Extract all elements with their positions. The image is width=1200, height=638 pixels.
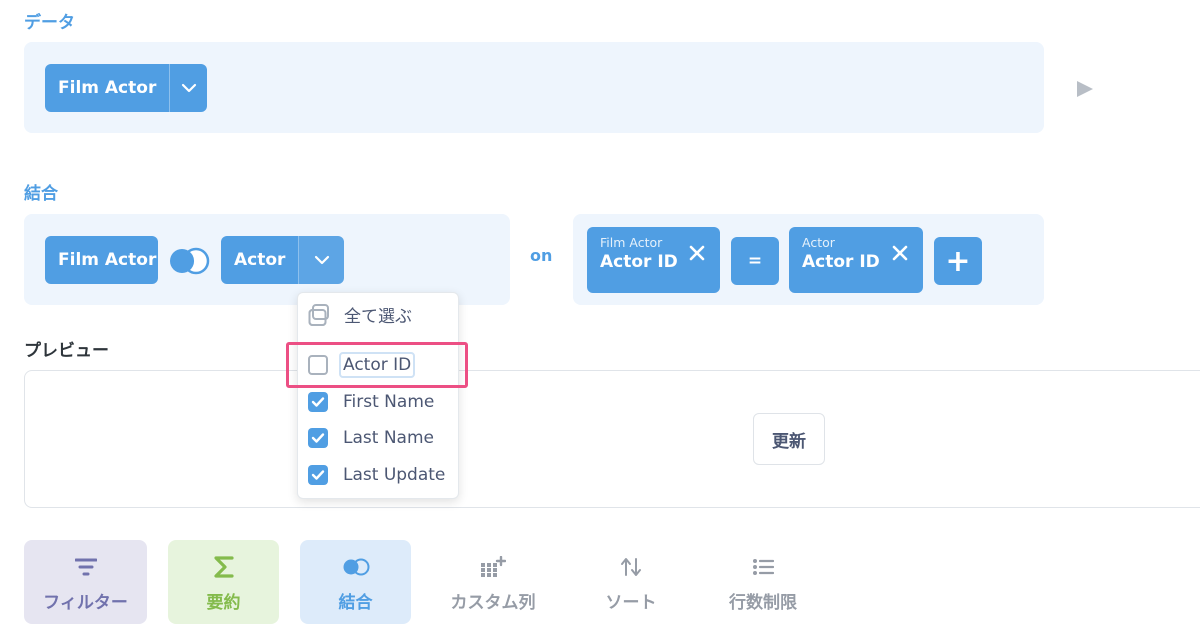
preview-play-icon[interactable]: [1076, 80, 1094, 102]
sort-icon: [619, 552, 643, 582]
check-icon: [311, 397, 325, 407]
join-type-icon[interactable]: [166, 246, 212, 280]
join-on-label: on: [530, 246, 553, 265]
column-picker-dropdown: 全て選ぶ Actor ID First Name Last Name Last …: [297, 292, 459, 499]
join-operator[interactable]: =: [731, 237, 779, 285]
join-left-table-label: Film Actor: [58, 250, 157, 270]
custom-column-icon: [480, 552, 506, 582]
step-sort-button[interactable]: ソート: [570, 540, 692, 624]
step-filter-label: フィルター: [43, 592, 128, 613]
filter-icon: [74, 552, 97, 582]
data-section-title: データ: [24, 13, 75, 33]
add-condition-label: +: [945, 243, 971, 279]
preview-section-title: プレビュー: [24, 341, 109, 361]
column-item-label: Last Update: [343, 465, 446, 485]
list-icon: [752, 552, 774, 582]
data-table-label: Film Actor: [58, 78, 157, 98]
column-item-last-name[interactable]: Last Name: [308, 427, 436, 449]
column-item-label: First Name: [343, 392, 435, 412]
remove-icon[interactable]: [688, 244, 706, 262]
remove-icon[interactable]: [891, 244, 909, 262]
add-condition-button[interactable]: +: [934, 237, 982, 285]
step-custom-column-label: カスタム列: [450, 592, 536, 613]
column-item-label: Last Name: [343, 428, 434, 448]
join-left-table[interactable]: Film Actor: [45, 236, 158, 284]
step-sort-label: ソート: [605, 592, 657, 613]
join-right-condition-column: Actor ID: [802, 252, 880, 272]
join-left-condition-table: Film Actor: [600, 235, 663, 250]
step-filter-button[interactable]: フィルター: [24, 540, 147, 624]
column-item-last-update[interactable]: Last Update: [308, 464, 447, 486]
check-icon: [311, 470, 325, 480]
checkbox-checked[interactable]: [308, 392, 328, 412]
select-all-label: 全て選ぶ: [344, 307, 412, 327]
data-table-selector[interactable]: Film Actor: [45, 64, 207, 112]
join-right-condition-table: Actor: [802, 235, 835, 250]
preview-area: [24, 370, 1200, 508]
step-limit-label: 行数制限: [729, 592, 797, 613]
join-section-title: 結合: [24, 184, 58, 204]
check-icon: [311, 433, 325, 443]
highlight-annotation: [286, 342, 468, 388]
sigma-icon: [213, 552, 234, 582]
join-left-condition[interactable]: Film Actor Actor ID: [587, 227, 720, 293]
select-all-item[interactable]: 全て選ぶ: [308, 301, 414, 328]
join-right-condition[interactable]: Actor Actor ID: [789, 227, 923, 293]
refresh-button[interactable]: 更新: [753, 413, 825, 465]
join-right-table-label: Actor: [234, 250, 286, 270]
join-icon: [342, 552, 370, 582]
step-limit-button[interactable]: 行数制限: [702, 540, 824, 624]
step-join-label: 結合: [338, 592, 373, 613]
chevron-down-icon[interactable]: [170, 64, 207, 112]
chevron-down-icon[interactable]: [299, 236, 344, 284]
column-item-first-name[interactable]: First Name: [308, 391, 436, 413]
join-right-table-selector[interactable]: Actor: [221, 236, 344, 284]
checkbox-checked[interactable]: [308, 465, 328, 485]
step-summarize-button[interactable]: 要約: [168, 540, 279, 624]
step-join-button[interactable]: 結合: [300, 540, 411, 624]
checkbox-checked[interactable]: [308, 428, 328, 448]
step-custom-column-button[interactable]: カスタム列: [432, 540, 554, 624]
step-summarize-label: 要約: [206, 592, 241, 613]
select-all-icon: [308, 303, 330, 327]
join-left-condition-column: Actor ID: [600, 252, 678, 272]
